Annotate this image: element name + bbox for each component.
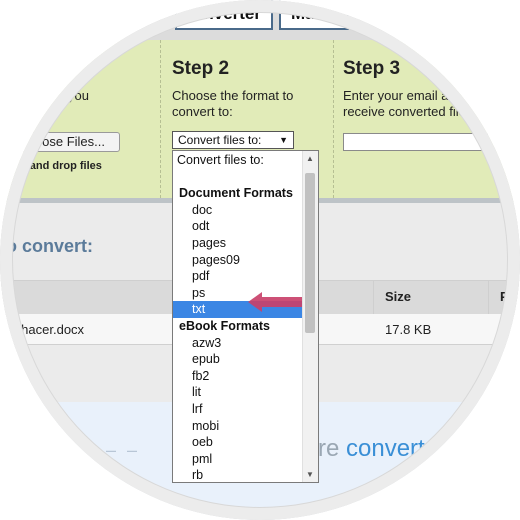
drag-drop-hint: g and drop files bbox=[20, 160, 102, 172]
step3-text-line2: receive converted file bbox=[343, 104, 466, 119]
email-input[interactable] bbox=[343, 133, 488, 151]
hero-text: re convert bbox=[318, 435, 425, 463]
step3-title: Step 3 bbox=[343, 58, 401, 79]
dropdown-option[interactable]: lit bbox=[173, 384, 303, 401]
scroll-thumb[interactable] bbox=[305, 173, 315, 333]
dropdown-group-label: eBook Formats bbox=[179, 319, 270, 333]
step2-text-line1: Choose the format to bbox=[172, 88, 294, 103]
choose-files-button[interactable]: ose Files... bbox=[20, 132, 120, 152]
dropdown-option[interactable]: doc bbox=[173, 202, 303, 219]
dropdown-option[interactable]: pdf bbox=[173, 268, 303, 285]
pointer-arrow-icon bbox=[248, 292, 302, 312]
hero-text-accent: convert bbox=[346, 435, 425, 462]
dropdown-scrollbar[interactable]: ▲ ▼ bbox=[302, 151, 318, 482]
step1-text: you bbox=[68, 88, 89, 103]
scroll-down-icon[interactable]: ▼ bbox=[306, 470, 314, 479]
dropdown-group-label: Document Formats bbox=[179, 186, 293, 201]
circular-magnifier: onverter Mana you ose Files... g and dro… bbox=[0, 0, 520, 520]
column-header-partial: P bbox=[500, 289, 509, 304]
dropdown-option[interactable]: pages09 bbox=[173, 252, 303, 269]
dropdown-option[interactable]: epub bbox=[173, 351, 303, 368]
scroll-up-icon[interactable]: ▲ bbox=[306, 154, 314, 163]
tab-bar: onverter Mana bbox=[0, 0, 520, 40]
dropdown-option[interactable]: odt bbox=[173, 218, 303, 235]
step2-title: Step 2 bbox=[172, 58, 230, 79]
column-header-size: Size bbox=[385, 289, 412, 304]
dropdown-option[interactable]: Convert files to: bbox=[173, 152, 303, 169]
step-divider bbox=[160, 40, 162, 198]
dropdown-option[interactable]: mobi bbox=[173, 418, 303, 435]
dropdown-option[interactable]: fb2 bbox=[173, 368, 303, 385]
dropdown-option[interactable]: pml bbox=[173, 451, 303, 468]
hero-dashes: – – – bbox=[85, 440, 141, 460]
dropdown-option[interactable]: pages bbox=[173, 235, 303, 252]
step2-text-line2: convert to: bbox=[172, 104, 233, 119]
step-divider bbox=[333, 40, 335, 198]
file-size-cell: 17.8 KB bbox=[385, 322, 432, 337]
step3-text-line1: Enter your email ad bbox=[343, 88, 456, 103]
dropdown-option[interactable]: rb bbox=[173, 467, 303, 482]
dropdown-option[interactable]: azw3 bbox=[173, 335, 303, 352]
file-name-cell: ra hacer.docx bbox=[6, 322, 85, 337]
format-dropdown-list[interactable]: rb pml oeb mobi lrf lit fb2 epub azw3 eBook Forma… bbox=[172, 150, 319, 483]
tab-converter[interactable]: onverter bbox=[175, 0, 273, 30]
partial-cell: F bbox=[500, 322, 508, 337]
section-title: o convert: bbox=[6, 236, 94, 256]
dropdown-option[interactable] bbox=[173, 169, 303, 186]
hero-text-plain: re bbox=[318, 435, 347, 462]
tab-manage[interactable]: Mana bbox=[279, 0, 349, 30]
dropdown-option[interactable]: oeb bbox=[173, 434, 303, 451]
format-select-value: Convert files to: bbox=[178, 133, 262, 147]
dropdown-option[interactable]: lrf bbox=[173, 401, 303, 418]
format-select[interactable]: Convert files to: ▼ bbox=[172, 131, 294, 149]
screenshot-stage: onverter Mana you ose Files... g and dro… bbox=[0, 0, 520, 520]
chevron-down-icon: ▼ bbox=[279, 135, 288, 145]
